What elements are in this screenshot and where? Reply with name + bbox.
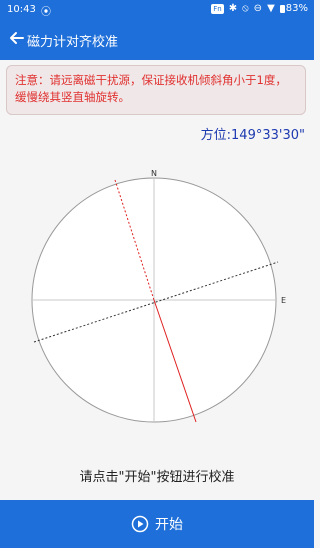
battery-indicator: 83%	[279, 3, 308, 14]
north-label: N	[151, 169, 157, 178]
app-bar: 磁力计对齐校准	[0, 20, 314, 60]
mute-icon: ⦸	[242, 3, 249, 14]
status-icons: Fn ✱ ⦸ ⊖ ▼ 83%	[211, 3, 308, 14]
back-arrow-icon[interactable]	[7, 28, 27, 48]
page-title: 磁力计对齐校准	[27, 35, 119, 50]
start-button-label: 开始	[155, 517, 183, 533]
battery-percent: 83%	[285, 3, 308, 14]
nfc-badge: Fn	[211, 3, 224, 14]
play-circle-icon	[131, 515, 149, 533]
status-time: 10:43	[7, 4, 36, 15]
azimuth-readout: 方位:149°33'30"	[200, 128, 305, 143]
hint-text: 请点击"开始"按钮进行校准	[79, 470, 235, 485]
notice-box: 注意：请远离磁干扰源，保证接收机倾斜角小于1度，缓慢绕其竖直轴旋转。	[6, 65, 306, 115]
status-bar: 10:43 ⦿ Fn ✱ ⦸ ⊖ ▼ 83%	[0, 0, 314, 20]
battery-icon	[279, 4, 285, 13]
east-label: E	[281, 296, 286, 305]
start-button[interactable]: 开始	[0, 500, 314, 548]
compass-dial: N E	[31, 169, 286, 423]
wifi-icon: ▼	[267, 3, 275, 14]
dnd-icon: ⊖	[253, 3, 263, 14]
sync-icon: ⦿	[41, 7, 51, 18]
bluetooth-icon: ✱	[228, 3, 238, 14]
notice-text: 注意：请远离磁干扰源，保证接收机倾斜角小于1度，缓慢绕其竖直轴旋转。	[15, 73, 287, 104]
